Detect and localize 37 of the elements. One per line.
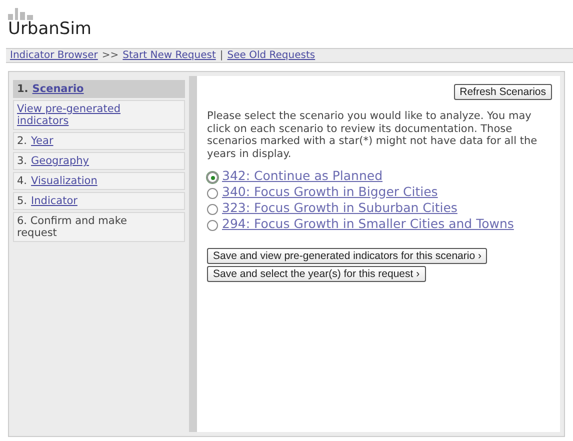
breadcrumb-separator: >> xyxy=(102,50,119,61)
refresh-scenarios-button[interactable]: Refresh Scenarios xyxy=(454,84,552,100)
scenario-option-link[interactable]: 323: Focus Growth in Suburban Cities xyxy=(222,200,458,215)
scenario-radio[interactable] xyxy=(207,204,218,215)
scenario-option-link[interactable]: 294: Focus Growth in Smaller Cities and Towns xyxy=(222,216,514,231)
step-number: 1. xyxy=(17,83,28,95)
breadcrumb-link[interactable]: Start New Request xyxy=(122,50,216,61)
step-item[interactable]: 1. Scenario xyxy=(13,80,185,98)
step-item[interactable]: 3. Geography xyxy=(13,152,185,170)
scenario-option-link[interactable]: 340: Focus Growth in Bigger Cities xyxy=(222,184,438,199)
breadcrumb-link[interactable]: See Old Requests xyxy=(227,50,316,61)
step-item: 6. Confirm and make request xyxy=(13,212,185,242)
indicator-browser-link[interactable]: Indicator Browser xyxy=(10,50,98,61)
scenario-option-link[interactable]: 342: Continue as Planned xyxy=(222,168,383,183)
step-link[interactable]: Indicator xyxy=(31,195,78,207)
step-item[interactable]: 2. Year xyxy=(13,132,185,150)
step-number: 3. xyxy=(17,155,28,167)
save-button[interactable]: Save and select the year(s) for this request › xyxy=(207,266,426,282)
step-link[interactable]: Scenario xyxy=(32,83,84,95)
step-number: 4. xyxy=(17,175,28,187)
step-item[interactable]: 5. Indicator xyxy=(13,192,185,210)
step-link[interactable]: Year xyxy=(31,135,54,147)
step-link[interactable]: Geography xyxy=(31,155,90,167)
breadcrumb-divider: | xyxy=(220,50,224,61)
step-link[interactable]: View pre-generated indicators xyxy=(17,103,164,127)
logo-skyline-icon xyxy=(8,8,36,20)
step-number: 5. xyxy=(17,195,28,207)
instructions-text: Please select the scenario you would like to analyze. You may click on each scenario to review its documentation. Those scenarios marked with a star(*) might not have data for all the years in display. xyxy=(207,110,538,160)
scenario-radio[interactable] xyxy=(207,220,218,231)
scenario-radio[interactable] xyxy=(207,172,218,183)
step-item[interactable]: 4. Visualization xyxy=(13,172,185,190)
scenario-radio[interactable] xyxy=(207,188,218,199)
save-button[interactable]: Save and view pre-generated indicators for this scenario › xyxy=(207,248,488,264)
step-item[interactable]: View pre-generated indicators xyxy=(13,100,185,130)
logo-text: UrbanSim xyxy=(8,20,92,38)
step-number: 2. xyxy=(17,135,28,147)
step-link[interactable]: Visualization xyxy=(31,175,98,187)
